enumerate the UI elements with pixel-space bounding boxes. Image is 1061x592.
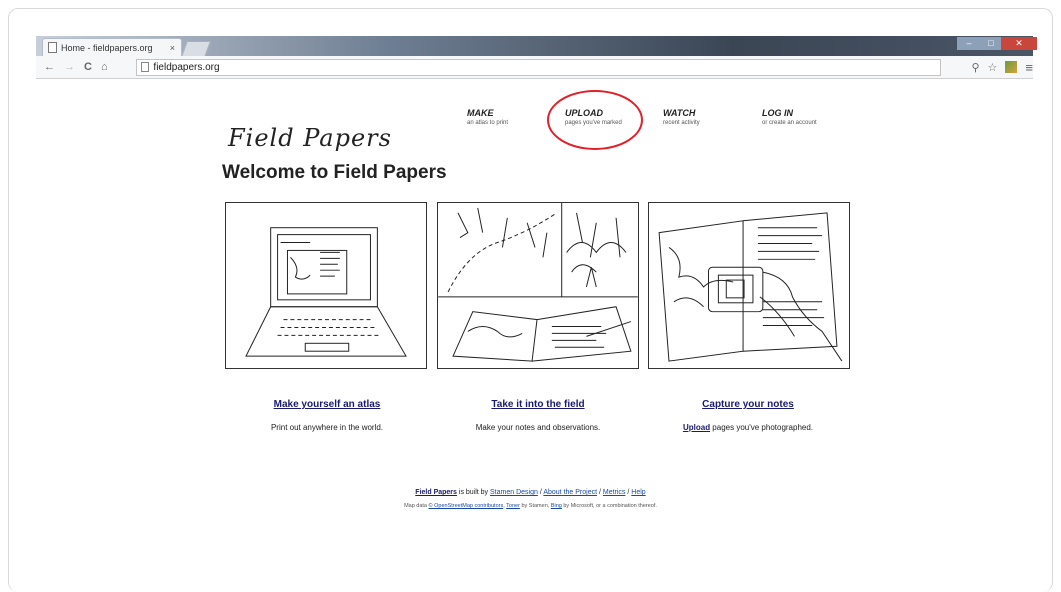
about-link[interactable]: About the Project — [543, 489, 597, 496]
footer-links: Field Papers is built by Stamen Design /… — [0, 489, 1061, 496]
field-illustration — [437, 202, 639, 369]
window-controls: – □ ✕ — [957, 37, 1037, 50]
footer-attribution: Map data © OpenStreetMap contributors, T… — [0, 503, 1061, 509]
menu-icon[interactable]: ≡ — [1025, 60, 1033, 75]
take-field-desc: Make your notes and observations. — [475, 423, 601, 432]
highlight-circle — [547, 90, 643, 150]
make-atlas-link[interactable]: Make yourself an atlas — [222, 399, 432, 410]
footer-brand-link[interactable]: Field Papers — [415, 489, 457, 496]
page-title: Welcome to Field Papers — [222, 162, 447, 183]
maximize-button[interactable]: □ — [981, 37, 1001, 50]
nav-watch[interactable]: WATCH recent activity — [663, 108, 700, 126]
forward-arrow-icon[interactable]: → — [64, 61, 75, 73]
osm-link[interactable]: © OpenStreetMap contributors — [429, 503, 504, 509]
nav-make-title: MAKE — [467, 108, 494, 118]
star-icon[interactable]: ☆ — [988, 61, 998, 74]
address-bar[interactable]: fieldpapers.org — [136, 58, 942, 76]
footer-built-by: is built by — [456, 489, 491, 496]
site-logo[interactable]: Field Papers — [228, 124, 392, 152]
nav-watch-title: WATCH — [663, 108, 696, 118]
extension-icon[interactable] — [1005, 61, 1018, 73]
by-stamen-text: by Stamen, — [519, 503, 551, 509]
capture-notes-desc: Upload pages you've photographed. — [638, 423, 858, 432]
upload-link[interactable]: Upload — [683, 423, 710, 432]
stamen-link[interactable]: Stamen Design — [490, 489, 538, 496]
capture-notes-desc-text: pages you've photographed. — [710, 423, 814, 432]
nav-make[interactable]: MAKE an atlas to print — [467, 108, 508, 126]
bing-link[interactable]: Bing — [551, 503, 562, 509]
capture-illustration — [648, 202, 850, 369]
close-window-button[interactable]: ✕ — [1001, 37, 1037, 50]
toner-link[interactable]: Toner — [506, 503, 520, 509]
reload-icon[interactable]: C — [84, 61, 92, 73]
capture-notes-link[interactable]: Capture your notes — [643, 399, 853, 410]
page-icon — [48, 42, 57, 53]
minimize-button[interactable]: – — [957, 37, 981, 50]
back-arrow-icon[interactable]: ← — [44, 61, 55, 73]
home-icon[interactable]: ⌂ — [101, 61, 108, 73]
tab-close-icon[interactable]: × — [170, 43, 175, 53]
take-field-link[interactable]: Take it into the field — [433, 399, 643, 410]
nav-login-title: LOG IN — [762, 108, 793, 118]
attribution-rest: by Microsoft, or a combination thereof. — [561, 503, 657, 509]
zoom-icon[interactable]: ⚲ — [971, 61, 979, 74]
nav-login[interactable]: LOG IN or create an account — [762, 108, 817, 126]
make-atlas-desc: Print out anywhere in the world. — [270, 423, 384, 432]
page-icon — [141, 62, 150, 72]
browser-tab[interactable]: Home - fieldpapers.org × — [42, 38, 182, 56]
help-link[interactable]: Help — [631, 489, 645, 496]
url-text: fieldpapers.org — [153, 61, 220, 73]
map-data-label: Map data — [404, 503, 429, 509]
laptop-illustration — [225, 202, 427, 369]
nav-make-sub: an atlas to print — [467, 120, 509, 126]
metrics-link[interactable]: Metrics — [603, 489, 626, 496]
browser-toolbar: ← → C ⌂ fieldpapers.org ⚲ ☆ ≡ — [36, 56, 1033, 79]
tab-title: Home - fieldpapers.org — [61, 42, 153, 53]
nav-login-sub: or create an account — [762, 120, 817, 126]
nav-watch-sub: recent activity — [663, 120, 700, 126]
